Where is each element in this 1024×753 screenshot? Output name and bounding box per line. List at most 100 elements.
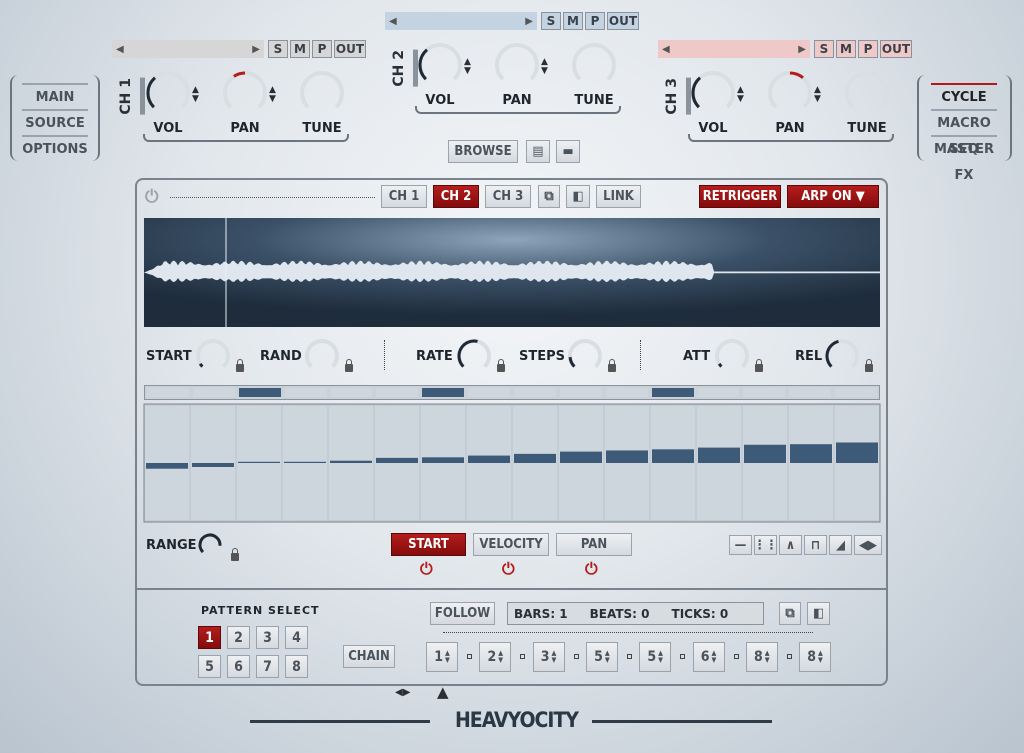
nav-master-fx[interactable]: MASTER FX	[931, 135, 997, 183]
lock-icon[interactable]	[865, 359, 873, 372]
channel-s-button[interactable]: S	[541, 12, 561, 30]
stepper-arrows-icon[interactable]: ▲ ▼	[765, 650, 770, 664]
stepper-arrows-icon[interactable]: ▲ ▼	[552, 650, 557, 664]
stepper-arrows-icon[interactable]: ▲ ▼	[737, 86, 744, 104]
waveform-display[interactable]	[144, 218, 880, 327]
preset-selector[interactable]: ◀ ▶	[658, 40, 810, 58]
pan-knob[interactable]	[223, 71, 267, 115]
range-knob[interactable]	[198, 533, 222, 557]
triangle-icon[interactable]: ∧	[779, 535, 802, 555]
pattern-2-button[interactable]: 2	[227, 626, 250, 649]
nav-macro-seq[interactable]: MACRO SEQ	[931, 109, 997, 157]
browse-button[interactable]: BROWSE	[448, 140, 518, 163]
power-icon[interactable]: ⏻	[502, 559, 515, 579]
preset-selector[interactable]: ◀ ▶	[112, 40, 264, 58]
nav-cycle[interactable]: CYCLE	[931, 83, 997, 109]
stepper-arrows-icon[interactable]: ▲ ▼	[605, 650, 610, 664]
save-icon[interactable]: ▤	[526, 140, 550, 163]
chain-slot[interactable]: 6 ▲ ▼	[692, 642, 725, 672]
follow-button[interactable]: FOLLOW	[430, 602, 495, 625]
chain-slot[interactable]: 8 ▲ ▼	[799, 642, 832, 672]
channel-p-button[interactable]: P	[585, 12, 605, 30]
tab-ch1[interactable]: CH 1	[381, 185, 427, 208]
copy-icon[interactable]: ⧉	[779, 602, 801, 625]
channel-p-button[interactable]: P	[858, 40, 878, 58]
tune-knob[interactable]	[572, 43, 616, 87]
lock-icon[interactable]	[497, 359, 505, 372]
prev-arrow-icon[interactable]: ◀	[662, 44, 670, 55]
paste-icon[interactable]: ◧	[566, 185, 590, 208]
stepper-arrows-icon[interactable]: ▲ ▼	[818, 650, 823, 664]
chain-slot[interactable]: 2 ▲ ▼	[479, 642, 512, 672]
pattern-5-button[interactable]: 5	[198, 655, 221, 678]
lock-icon[interactable]	[236, 359, 244, 372]
link-button[interactable]: LINK	[596, 185, 641, 208]
preset-selector[interactable]: ◀ ▶	[385, 12, 537, 30]
channel-s-button[interactable]: S	[814, 40, 834, 58]
tune-knob[interactable]	[300, 71, 344, 115]
stepper-arrows-icon[interactable]: ▲ ▼	[498, 650, 503, 664]
lock-icon[interactable]	[755, 359, 763, 372]
tune-knob[interactable]	[845, 71, 889, 115]
random-icon[interactable]: ⋮⋮	[754, 535, 777, 555]
att-knob[interactable]	[715, 339, 749, 373]
chain-slot[interactable]: 1 ▲ ▼	[426, 642, 458, 672]
stepper-arrows-icon[interactable]: ▲ ▼	[814, 86, 821, 104]
tab-ch2[interactable]: CH 2	[433, 185, 479, 208]
power-icon[interactable]: ⏻	[420, 559, 433, 579]
pan-knob[interactable]	[495, 43, 539, 87]
start-knob[interactable]	[196, 339, 230, 373]
lock-icon[interactable]	[345, 359, 353, 372]
square-icon[interactable]: ⊓	[804, 535, 827, 555]
chain-slot[interactable]: 8 ▲ ▼	[745, 642, 778, 672]
channel-m-button[interactable]: M	[563, 12, 583, 30]
prev-arrow-icon[interactable]: ◀	[116, 44, 124, 55]
stepper-arrows-icon[interactable]: ▲ ▼	[711, 650, 716, 664]
pattern-4-button[interactable]: 4	[285, 626, 308, 649]
pattern-6-button[interactable]: 6	[227, 655, 250, 678]
power-icon[interactable]: ⏻	[145, 187, 158, 207]
pattern-3-button[interactable]: 3	[256, 626, 279, 649]
stepper-arrows-icon[interactable]: ▲ ▼	[445, 650, 450, 664]
next-arrow-icon[interactable]: ▶	[252, 44, 260, 55]
channel-out-button[interactable]: OUT	[880, 40, 912, 58]
chain-slot[interactable]: 3 ▲ ▼	[532, 642, 565, 672]
rand-knob[interactable]	[305, 339, 339, 373]
next-arrow-icon[interactable]: ▶	[798, 44, 806, 55]
arp-dropdown[interactable]: ARP ON ▼	[787, 185, 879, 208]
retrigger-button[interactable]: RETRIGGER	[699, 185, 781, 208]
rate-knob[interactable]	[457, 339, 491, 373]
chain-button[interactable]: CHAIN	[343, 645, 395, 668]
channel-p-button[interactable]: P	[312, 40, 332, 58]
tab-ch3[interactable]: CH 3	[485, 185, 531, 208]
pan-knob[interactable]	[768, 71, 812, 115]
mode-velocity-button[interactable]: VELOCITY	[473, 533, 549, 556]
stepper-arrows-icon[interactable]: ▲ ▼	[192, 86, 199, 104]
steps-knob[interactable]	[568, 339, 602, 373]
chain-pointer-icon[interactable]: ▲	[437, 683, 449, 701]
channel-m-button[interactable]: M	[290, 40, 310, 58]
lock-icon[interactable]	[608, 359, 616, 372]
vol-knob[interactable]	[146, 71, 190, 115]
prev-arrow-icon[interactable]: ◀	[389, 16, 397, 27]
pattern-7-button[interactable]: 7	[256, 655, 279, 678]
nav-options[interactable]: OPTIONS	[22, 135, 88, 161]
rel-knob[interactable]	[825, 339, 859, 373]
folder-icon[interactable]: ▬	[556, 140, 580, 163]
vol-knob[interactable]	[691, 71, 735, 115]
channel-m-button[interactable]: M	[836, 40, 856, 58]
flat-icon[interactable]: —	[729, 535, 752, 555]
paste-icon[interactable]: ◧	[807, 602, 830, 625]
next-arrow-icon[interactable]: ▶	[525, 16, 533, 27]
nav-source[interactable]: SOURCE	[22, 109, 88, 135]
step-grid[interactable]	[143, 403, 881, 523]
copy-icon[interactable]: ⧉	[538, 185, 560, 208]
mode-pan-button[interactable]: PAN	[556, 533, 632, 556]
chain-slot[interactable]: 5 ▲ ▼	[585, 642, 618, 672]
channel-s-button[interactable]: S	[268, 40, 288, 58]
vol-knob[interactable]	[418, 43, 462, 87]
channel-out-button[interactable]: OUT	[607, 12, 639, 30]
pattern-8-button[interactable]: 8	[285, 655, 308, 678]
stepper-arrows-icon[interactable]: ▲ ▼	[541, 58, 548, 76]
shift-icon[interactable]: ◀▶	[854, 535, 882, 555]
